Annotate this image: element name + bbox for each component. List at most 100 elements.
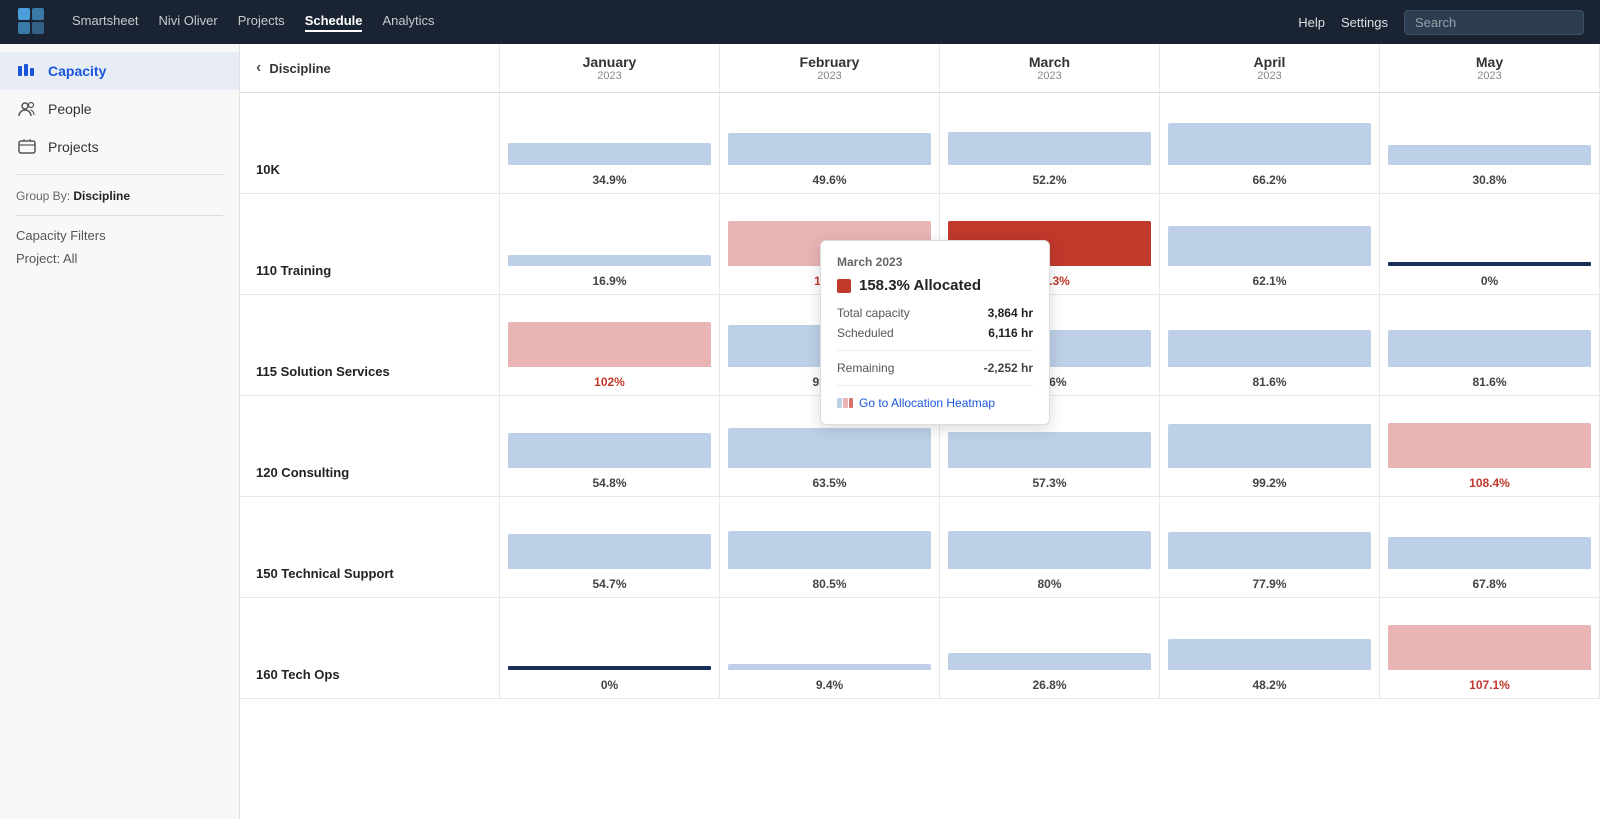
topnav-smartsheet[interactable]: Smartsheet <box>72 13 138 32</box>
tooltip-scheduled: Scheduled 6,116 hr <box>837 326 1033 340</box>
bar-container <box>728 606 931 670</box>
capacity-cell-0-3[interactable]: 66.2% <box>1160 93 1380 193</box>
capacity-cell-1-3[interactable]: 62.1% <box>1160 194 1380 294</box>
bar-container <box>728 101 931 165</box>
back-button[interactable]: ‹ <box>256 59 261 77</box>
bar-container <box>508 505 711 569</box>
settings-link[interactable]: Settings <box>1341 15 1388 30</box>
capacity-cell-2-3[interactable]: 81.6% <box>1160 295 1380 395</box>
capacity-bar <box>948 653 1151 670</box>
capacity-cell-4-3[interactable]: 77.9% <box>1160 497 1380 597</box>
grid-header: ‹ Discipline January 2023 February 2023 … <box>240 44 1600 93</box>
capacity-cell-1-4[interactable]: 0% <box>1380 194 1600 294</box>
capacity-cell-3-0[interactable]: 54.8% <box>500 396 720 496</box>
capacity-bar <box>1388 145 1591 165</box>
tooltip-remaining: Remaining -2,252 hr <box>837 361 1033 375</box>
heatmap-icon <box>837 398 853 408</box>
capacity-cell-2-0[interactable]: 102% <box>500 295 720 395</box>
capacity-bar <box>1168 424 1371 468</box>
capacity-bar <box>508 255 711 266</box>
capacity-cell-5-2[interactable]: 26.8% <box>940 598 1160 698</box>
capacity-cell-5-3[interactable]: 48.2% <box>1160 598 1380 698</box>
app-logo[interactable] <box>16 6 48 38</box>
pct-label: 81.6% <box>1160 375 1379 389</box>
capacity-cell-4-4[interactable]: 67.8% <box>1380 497 1600 597</box>
capacity-cell-5-1[interactable]: 9.4% <box>720 598 940 698</box>
pct-label: 30.8% <box>1380 173 1599 187</box>
bar-container <box>1168 505 1371 569</box>
capacity-cell-2-4[interactable]: 81.6% <box>1380 295 1600 395</box>
pct-label: 99.2% <box>1160 476 1379 490</box>
pct-label: 48.2% <box>1160 678 1379 692</box>
search-input[interactable] <box>1404 10 1584 35</box>
capacity-cell-3-3[interactable]: 99.2% <box>1160 396 1380 496</box>
pct-label: 107.1% <box>1380 678 1599 692</box>
month-header-may: May 2023 <box>1380 44 1600 92</box>
capacity-cell-4-0[interactable]: 54.7% <box>500 497 720 597</box>
month-header-jan: January 2023 <box>500 44 720 92</box>
sidebar-people-label: People <box>48 101 92 117</box>
capacity-cell-4-1[interactable]: 80.5% <box>720 497 940 597</box>
capacity-filters-label[interactable]: Capacity Filters <box>0 224 239 247</box>
bar-container <box>1388 202 1591 266</box>
capacity-cell-5-0[interactable]: 0% <box>500 598 720 698</box>
pct-label: 57.3% <box>940 476 1159 490</box>
table-row: 10K34.9%49.6%52.2%66.2%30.8% <box>240 93 1600 194</box>
table-row: 150 Technical Support54.7%80.5%80%77.9%6… <box>240 497 1600 598</box>
sidebar-item-people[interactable]: People <box>0 90 239 128</box>
bar-container <box>1388 101 1591 165</box>
bar-container <box>1168 606 1371 670</box>
capacity-bar <box>1168 123 1371 165</box>
sidebar: Capacity People Projects <box>0 44 240 819</box>
projects-icon <box>16 136 38 158</box>
capacity-icon <box>16 60 38 82</box>
sidebar-projects-label: Projects <box>48 139 99 155</box>
tooltip-dot <box>837 279 851 293</box>
bar-container <box>1388 606 1591 670</box>
topnav-projects[interactable]: Projects <box>238 13 285 32</box>
capacity-cell-3-4[interactable]: 108.4% <box>1380 396 1600 496</box>
tooltip-allocated: 158.3% Allocated <box>837 277 1033 294</box>
group-by-label: Group By: Discipline <box>0 183 239 207</box>
discipline-cell-0: 10K <box>240 93 500 193</box>
sidebar-divider <box>16 174 223 175</box>
capacity-bar <box>508 534 711 569</box>
bar-container <box>948 101 1151 165</box>
pct-label: 49.6% <box>720 173 939 187</box>
capacity-bar <box>508 143 711 165</box>
sidebar-item-capacity[interactable]: Capacity <box>0 52 239 90</box>
pct-label: 0% <box>500 678 719 692</box>
topnav-schedule[interactable]: Schedule <box>305 13 363 32</box>
capacity-cell-5-4[interactable]: 107.1% <box>1380 598 1600 698</box>
capacity-bar <box>508 666 711 670</box>
topnav-analytics[interactable]: Analytics <box>382 13 434 32</box>
tooltip-title: March 2023 <box>837 255 1033 269</box>
bar-container <box>1168 404 1371 468</box>
capacity-cell-1-0[interactable]: 16.9% <box>500 194 720 294</box>
project-filter-label[interactable]: Project: All <box>0 247 239 270</box>
discipline-cell-2: 115 Solution Services <box>240 295 500 395</box>
bar-container <box>948 505 1151 569</box>
pct-label: 63.5% <box>720 476 939 490</box>
pct-label: 80.5% <box>720 577 939 591</box>
tooltip-link[interactable]: Go to Allocation Heatmap <box>837 396 1033 410</box>
pct-label: 0% <box>1380 274 1599 288</box>
topnav-user[interactable]: Nivi Oliver <box>158 13 217 32</box>
capacity-cell-0-2[interactable]: 52.2% <box>940 93 1160 193</box>
pct-label: 16.9% <box>500 274 719 288</box>
discipline-cell-4: 150 Technical Support <box>240 497 500 597</box>
topnav: Smartsheet Nivi Oliver Projects Schedule… <box>0 0 1600 44</box>
sidebar-item-projects[interactable]: Projects <box>0 128 239 166</box>
capacity-cell-0-0[interactable]: 34.9% <box>500 93 720 193</box>
capacity-cell-0-1[interactable]: 49.6% <box>720 93 940 193</box>
table-row: 160 Tech Ops0%9.4%26.8%48.2%107.1% <box>240 598 1600 699</box>
tooltip: March 2023 158.3% Allocated Total capaci… <box>820 240 1050 425</box>
pct-label: 67.8% <box>1380 577 1599 591</box>
pct-label: 102% <box>500 375 719 389</box>
capacity-cell-0-4[interactable]: 30.8% <box>1380 93 1600 193</box>
help-link[interactable]: Help <box>1298 15 1325 30</box>
layout: Capacity People Projects <box>0 44 1600 819</box>
capacity-bar <box>1388 330 1591 367</box>
capacity-bar <box>948 531 1151 569</box>
capacity-cell-4-2[interactable]: 80% <box>940 497 1160 597</box>
